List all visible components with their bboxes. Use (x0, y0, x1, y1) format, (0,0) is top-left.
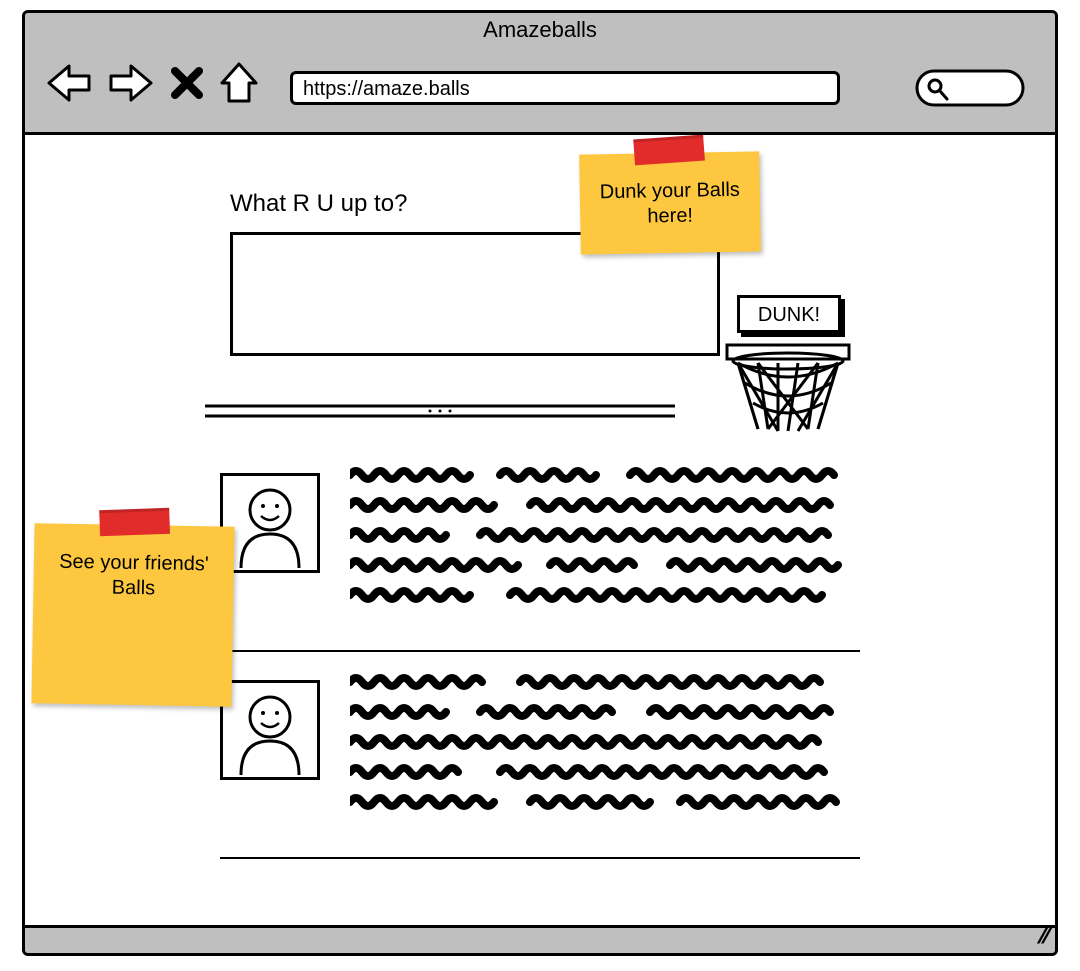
avatar (220, 680, 320, 780)
page-content: What R U up to? DUNK! (25, 135, 1055, 925)
sticky-text: Dunk your Balls here! (600, 179, 740, 228)
post-body (350, 670, 860, 829)
stop-icon[interactable] (169, 65, 205, 101)
browser-window: Amazeballs h (22, 10, 1058, 956)
sticky-text: See your friends' Balls (59, 551, 209, 600)
browser-toolbar: Amazeballs h (25, 13, 1055, 135)
divider (205, 403, 675, 426)
tape-icon (99, 508, 170, 536)
dunk-button[interactable]: DUNK! (737, 295, 841, 333)
search-input[interactable] (915, 69, 1025, 107)
feed-post (220, 445, 860, 652)
window-title: Amazeballs (25, 17, 1055, 43)
sticky-note-dunk: Dunk your Balls here! (579, 151, 761, 254)
avatar (220, 473, 320, 573)
resize-grip-icon[interactable]: // (1036, 923, 1049, 949)
url-bar[interactable]: https://amaze.balls (290, 71, 840, 105)
status-bar: // (25, 925, 1055, 953)
sticky-note-friends: See your friends' Balls (31, 523, 234, 706)
tape-icon (633, 135, 705, 165)
home-icon[interactable] (219, 61, 259, 105)
post-body (350, 463, 860, 622)
basketball-hoop-icon (723, 341, 853, 441)
nav-buttons (45, 61, 259, 105)
feed-post (220, 652, 860, 859)
back-icon[interactable] (45, 62, 93, 104)
forward-icon[interactable] (107, 62, 155, 104)
feed (220, 445, 860, 859)
